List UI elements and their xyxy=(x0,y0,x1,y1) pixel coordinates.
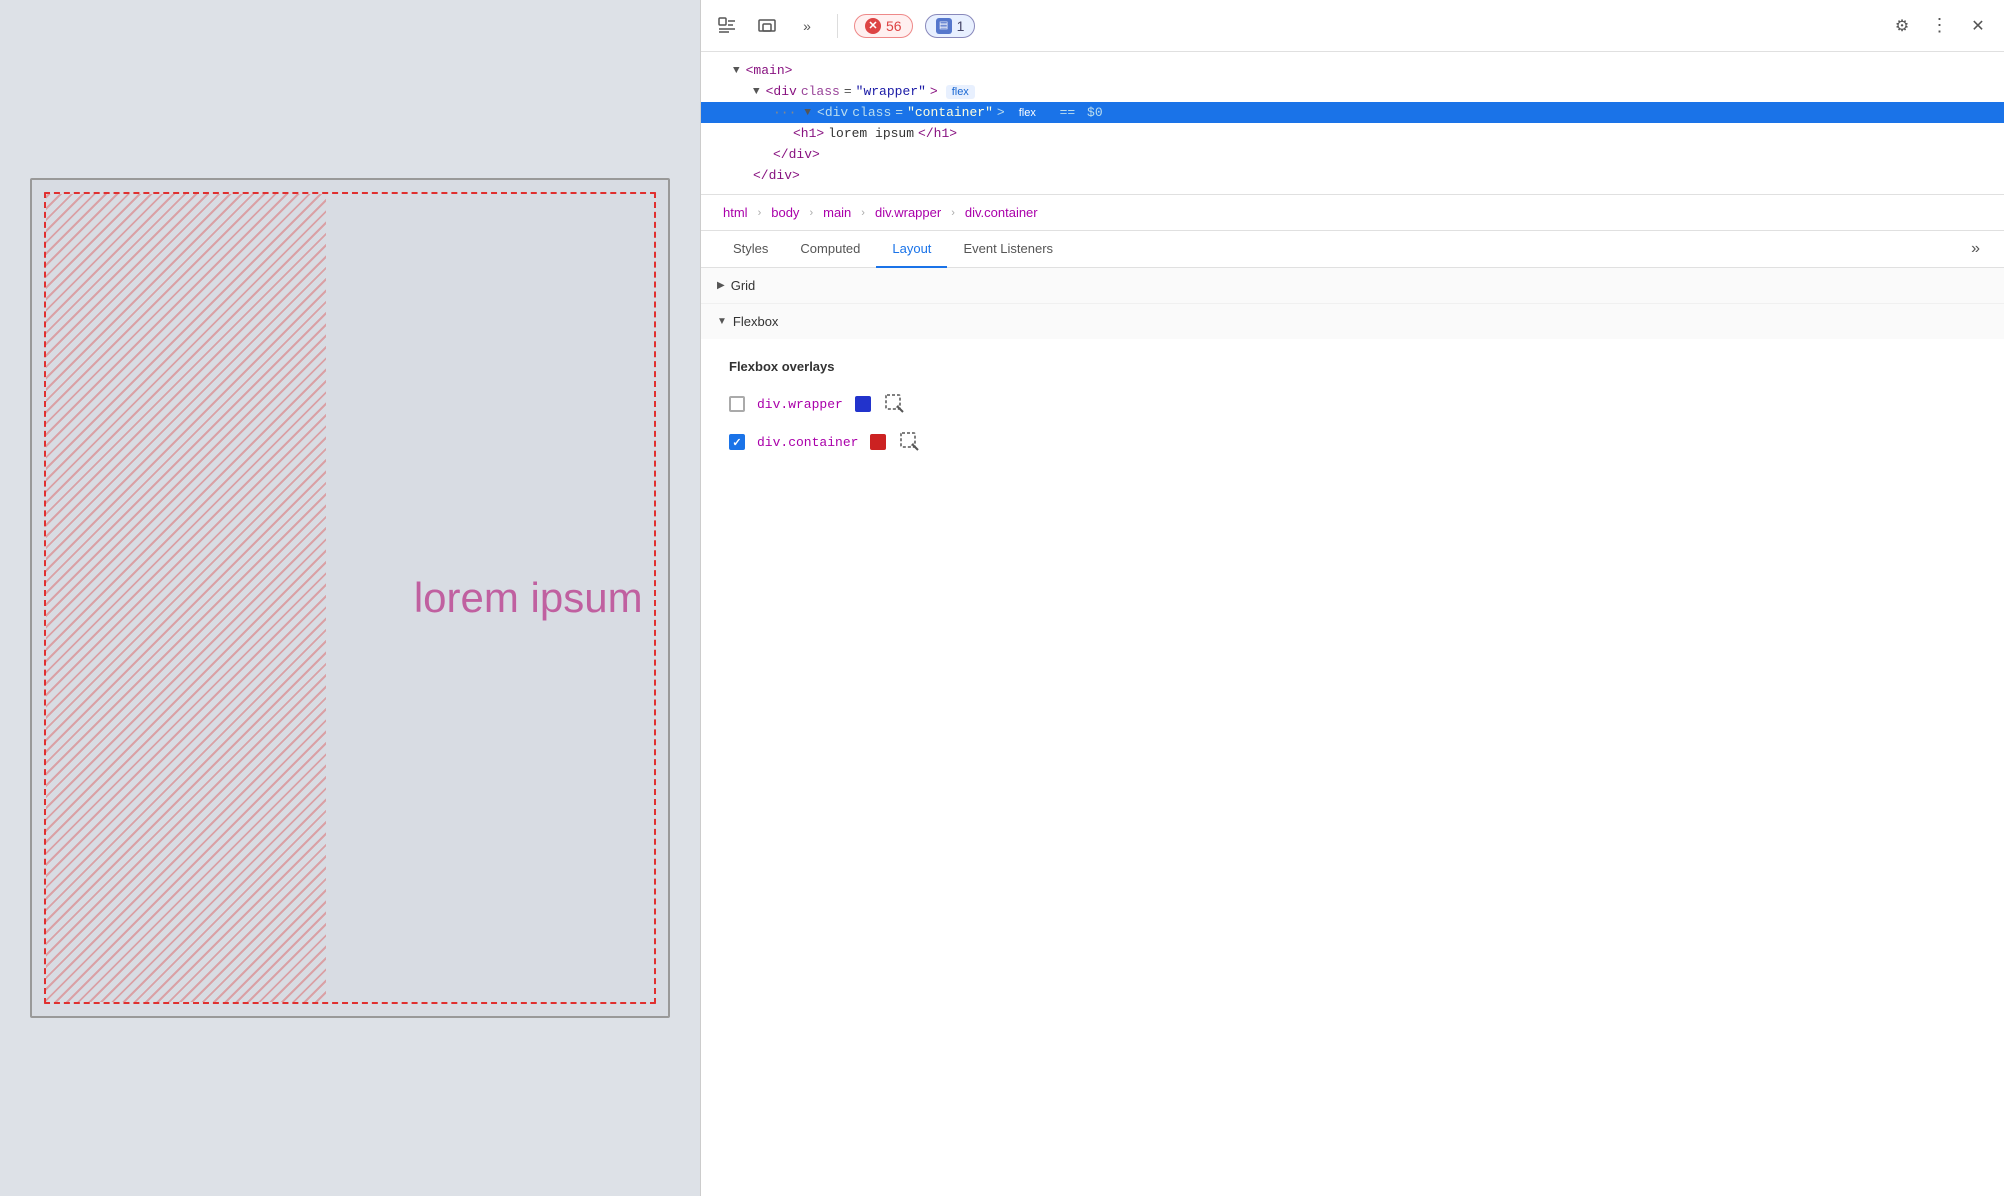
overlay-highlight-container-button[interactable] xyxy=(898,430,922,454)
triangle-right-icon: ▶ xyxy=(717,280,725,291)
attr-class: class xyxy=(801,84,840,99)
color-swatch-wrapper[interactable] xyxy=(855,396,871,412)
breadcrumb-wrapper[interactable]: div.wrapper xyxy=(869,203,947,222)
dom-line-wrapper[interactable]: ▼ <div class = "wrapper" > flex xyxy=(701,81,2004,102)
color-swatch-container[interactable] xyxy=(870,434,886,450)
flex-badge-wrapper[interactable]: flex xyxy=(946,85,975,99)
settings-button[interactable]: ⚙ xyxy=(1888,12,1916,40)
breadcrumb-main[interactable]: main xyxy=(817,203,857,222)
dom-line-container[interactable]: ··· ▼ <div class = "container" > flex ==… xyxy=(701,102,2004,123)
breadcrumb-bar: html › body › main › div.wrapper › div.c… xyxy=(701,195,2004,231)
responsive-button[interactable] xyxy=(753,12,781,40)
tag-div-close: </div> xyxy=(773,147,820,162)
breadcrumb-sep-3: › xyxy=(861,207,865,219)
tag-div-container: <div xyxy=(817,105,848,120)
dollar-sign: $0 xyxy=(1087,105,1103,120)
breadcrumb-html[interactable]: html xyxy=(717,203,754,222)
tag-h1-close: </h1> xyxy=(918,126,957,141)
breadcrumb-sep-2: › xyxy=(809,207,813,219)
dom-line-main[interactable]: ▼ <main> xyxy=(701,60,2004,81)
tag-h1: <h1> xyxy=(793,126,824,141)
overlay-label-wrapper[interactable]: div.wrapper xyxy=(757,397,843,412)
tag-close-container: > xyxy=(997,105,1005,120)
close-icon: ✕ xyxy=(1971,16,1984,36)
devtools-toolbar: » ✕ 56 ▤ 1 ⚙ ⋮ ✕ xyxy=(701,0,2004,52)
gear-icon: ⚙ xyxy=(1895,16,1909,36)
grid-label: Grid xyxy=(731,278,756,293)
browser-content: lorem ipsum xyxy=(30,178,670,1018)
comment-count: 1 xyxy=(957,18,965,34)
triangle-icon: ▼ xyxy=(753,86,760,98)
tab-more-button[interactable]: » xyxy=(1963,232,1988,266)
attr-class-container: class xyxy=(852,105,891,120)
overlay-row-container: div.container xyxy=(729,430,1976,454)
grid-section-header[interactable]: ▶ Grid xyxy=(701,268,2004,304)
tabs-bar: Styles Computed Layout Event Listeners » xyxy=(701,231,2004,268)
breadcrumb-body[interactable]: body xyxy=(765,203,805,222)
flexbox-overlays-title: Flexbox overlays xyxy=(729,359,1976,374)
triangle-down-icon: ▼ xyxy=(717,316,727,327)
attr-value-wrapper: "wrapper" xyxy=(856,84,926,99)
triangle-icon: ▼ xyxy=(804,107,811,119)
more-tools-button[interactable]: » xyxy=(793,12,821,40)
tag-div: <div xyxy=(766,84,797,99)
breadcrumb-sep-4: › xyxy=(951,207,955,219)
tab-layout[interactable]: Layout xyxy=(876,231,947,268)
flex-badge-container[interactable]: flex xyxy=(1013,106,1042,120)
checkbox-wrapper[interactable] xyxy=(729,396,745,412)
toolbar-separator xyxy=(837,14,838,38)
flexbox-label: Flexbox xyxy=(733,314,779,329)
overlay-highlight-wrapper-button[interactable] xyxy=(883,392,907,416)
ellipsis-icon: ⋮ xyxy=(1931,15,1950,36)
comment-badge[interactable]: ▤ 1 xyxy=(925,14,976,38)
tab-computed[interactable]: Computed xyxy=(784,231,876,268)
breadcrumb-container[interactable]: div.container xyxy=(959,203,1044,222)
error-icon: ✕ xyxy=(865,18,881,34)
viewport-panel: lorem ipsum xyxy=(0,0,700,1196)
dom-tree: ▼ <main> ▼ <div class = "wrapper" > flex… xyxy=(701,52,2004,195)
breadcrumb-sep-1: › xyxy=(758,207,762,219)
tag-wrapper-close: </div> xyxy=(753,168,800,183)
layout-content: ▶ Grid ▼ Flexbox Flexbox overlays div.wr… xyxy=(701,268,2004,1196)
checkbox-container[interactable] xyxy=(729,434,745,450)
flexbox-section: Flexbox overlays div.wrapper div.contain… xyxy=(701,339,2004,488)
hatch-area xyxy=(46,194,326,1002)
tag-main: <main> xyxy=(746,63,793,78)
tab-styles[interactable]: Styles xyxy=(717,231,784,268)
dots-button[interactable]: ··· xyxy=(773,105,796,120)
close-button[interactable]: ✕ xyxy=(1964,12,1992,40)
chevron-right-icon: » xyxy=(803,18,811,34)
toolbar-right: ⚙ ⋮ ✕ xyxy=(1888,12,1992,40)
triangle-icon: ▼ xyxy=(733,65,740,77)
dom-line-wrapper-close[interactable]: </div> xyxy=(701,165,2004,186)
dom-line-div-close[interactable]: </div> xyxy=(701,144,2004,165)
overlay-row-wrapper: div.wrapper xyxy=(729,392,1976,416)
devtools-panel: » ✕ 56 ▤ 1 ⚙ ⋮ ✕ ▼ <main> xyxy=(700,0,2004,1196)
comment-icon: ▤ xyxy=(936,18,952,34)
cursor-dashed-icon xyxy=(885,394,905,414)
tag-close: > xyxy=(930,84,938,99)
dom-line-h1[interactable]: <h1> lorem ipsum </h1> xyxy=(701,123,2004,144)
attr-value-container: "container" xyxy=(907,105,993,120)
flexbox-section-header[interactable]: ▼ Flexbox xyxy=(701,304,2004,339)
more-options-button[interactable]: ⋮ xyxy=(1926,12,1954,40)
inspector-button[interactable] xyxy=(713,12,741,40)
lorem-ipsum-text: lorem ipsum xyxy=(414,574,643,622)
tab-event-listeners[interactable]: Event Listeners xyxy=(947,231,1069,268)
h1-text: lorem ipsum xyxy=(828,126,914,141)
error-badge[interactable]: ✕ 56 xyxy=(854,14,913,38)
error-count: 56 xyxy=(886,18,902,34)
overlay-label-container[interactable]: div.container xyxy=(757,435,858,450)
cursor-dashed-icon-2 xyxy=(900,432,920,452)
